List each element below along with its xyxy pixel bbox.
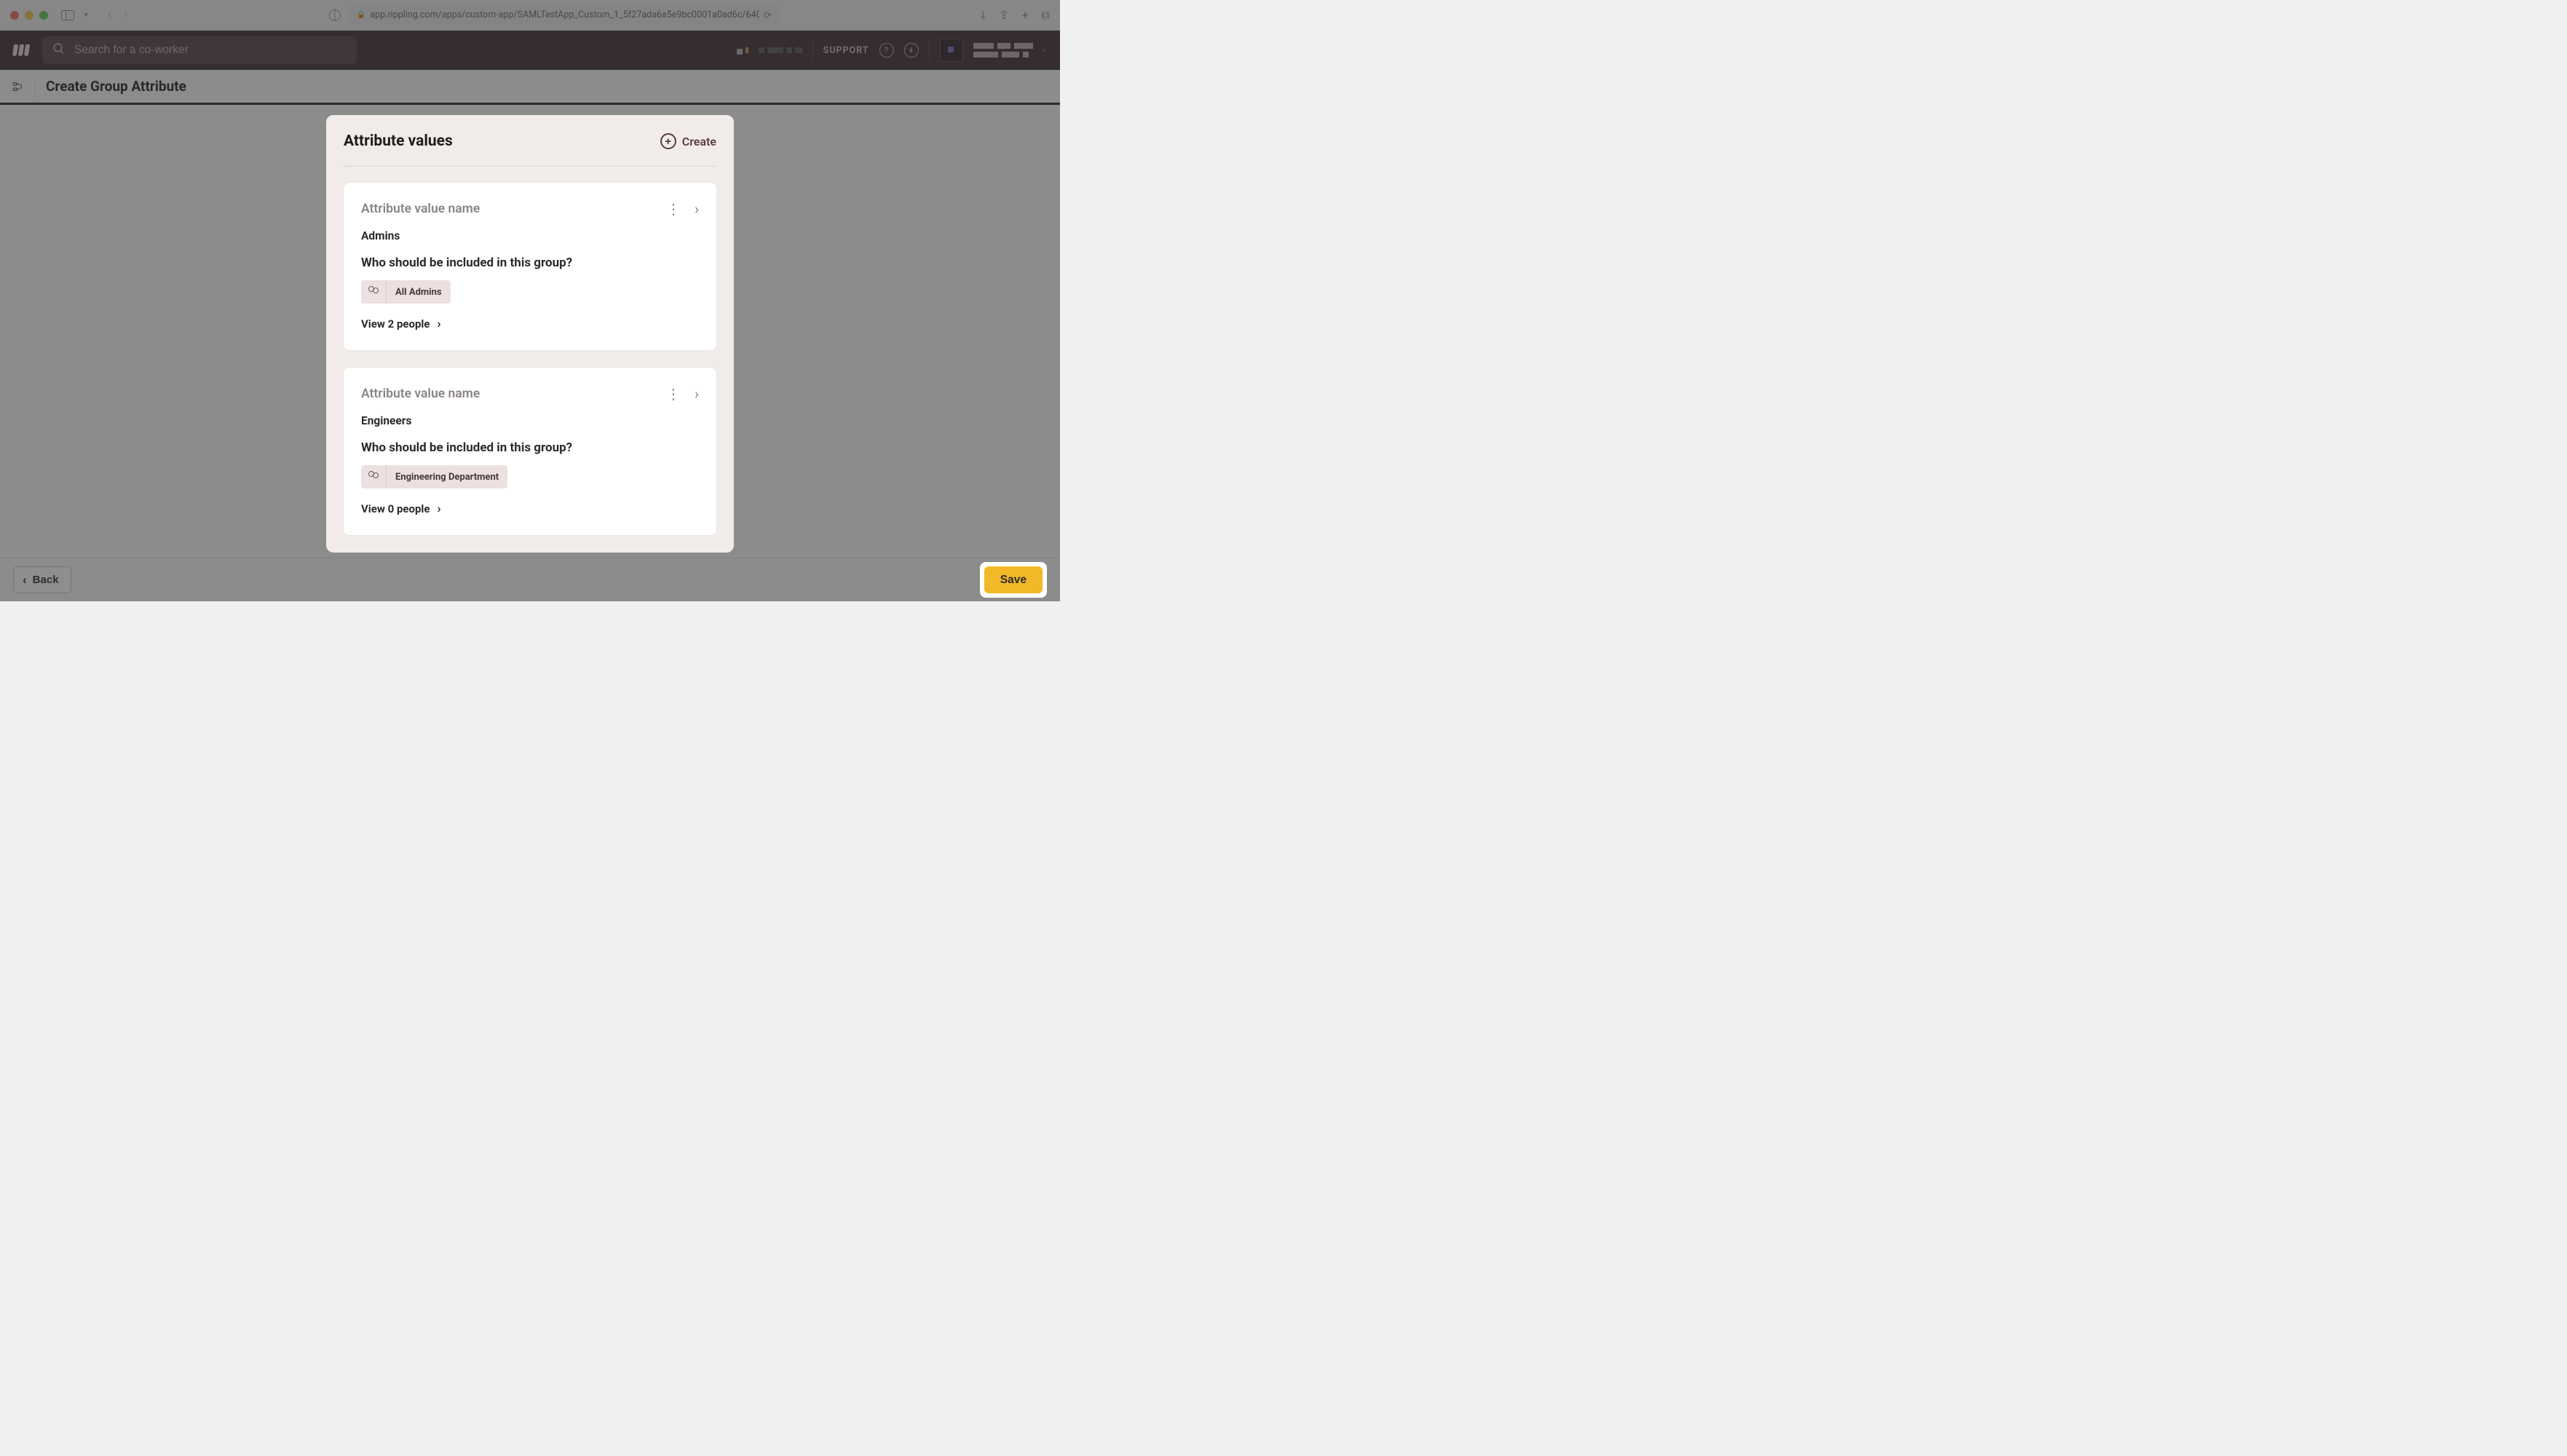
rippling-logo-icon[interactable] (13, 44, 29, 56)
page-title: Create Group Attribute (46, 78, 186, 95)
attribute-value-name: Admins (361, 229, 699, 242)
view-people-label: View 2 people (361, 317, 430, 331)
url-text: app.rippling.com/apps/custom-app/SAMLTes… (370, 9, 759, 20)
create-button[interactable]: + Create (660, 133, 716, 149)
attribute-values-card: Attribute values + Create Attribute valu… (326, 115, 734, 553)
attribute-value-name-label: Attribute value name (361, 387, 665, 401)
flow-icon[interactable] (12, 81, 25, 92)
browser-chrome: ▼ ‹ › 🔒 app.rippling.com/apps/custom-app… (0, 0, 1060, 31)
redacted-user-info (973, 43, 1033, 58)
redacted-nav-2 (759, 47, 802, 53)
save-wrap: Save (980, 562, 1047, 598)
group-chip[interactable]: Engineering Department (361, 465, 507, 488)
lock-icon: 🔒 (357, 11, 365, 19)
back-button[interactable]: ‹ Back (13, 566, 71, 593)
divider (929, 40, 930, 60)
search-input[interactable] (74, 44, 347, 57)
minimize-window-icon[interactable] (25, 11, 33, 20)
divider (812, 40, 813, 60)
support-link[interactable]: SUPPORT (823, 45, 869, 56)
chip-label: Engineering Department (387, 466, 507, 488)
forward-nav-icon[interactable]: › (123, 7, 127, 23)
app-header: SUPPORT ? ▪ (0, 31, 1060, 70)
people-icon (361, 280, 387, 304)
fullscreen-window-icon[interactable] (39, 11, 48, 20)
share-icon[interactable]: ⇪ (999, 8, 1008, 23)
page-header: Create Group Attribute (0, 70, 1060, 105)
download-icon[interactable]: ⤓ (981, 8, 986, 23)
view-people-label: View 0 people (361, 502, 430, 515)
privacy-shield-icon[interactable] (329, 9, 341, 21)
card-title: Attribute values (344, 132, 453, 150)
address-bar[interactable]: 🔒 app.rippling.com/apps/custom-app/SAMLT… (349, 5, 779, 25)
view-people-link[interactable]: View 0 people › (361, 502, 699, 516)
chevron-down-icon[interactable]: ▼ (83, 12, 89, 18)
user-avatar[interactable] (940, 39, 963, 62)
tabs-overview-icon[interactable]: ⧉ (1042, 8, 1050, 23)
chevron-left-icon: ‹ (23, 573, 27, 587)
new-tab-icon[interactable]: + (1021, 8, 1028, 23)
more-menu-icon[interactable]: ⋮ (665, 200, 681, 218)
save-button[interactable]: Save (984, 566, 1043, 593)
attribute-value-name: Engineers (361, 414, 699, 427)
save-label: Save (1000, 574, 1027, 586)
include-question: Who should be included in this group? (361, 440, 699, 455)
view-people-link[interactable]: View 2 people › (361, 317, 699, 331)
footer-bar: ‹ Back Save (0, 558, 1060, 601)
attribute-value-item: Attribute value name ⋮ › Engineers Who s… (344, 368, 716, 535)
chevron-right-icon: › (437, 317, 440, 331)
attribute-value-item: Attribute value name ⋮ › Admins Who shou… (344, 183, 716, 350)
accessibility-icon[interactable] (904, 43, 919, 58)
reload-icon[interactable]: ⟳ (764, 9, 771, 21)
plus-circle-icon: + (660, 133, 676, 149)
attribute-value-name-label: Attribute value name (361, 202, 665, 216)
expand-icon[interactable]: › (695, 200, 699, 218)
create-label: Create (682, 135, 716, 149)
help-icon[interactable]: ? (879, 43, 894, 58)
back-nav-icon[interactable]: ‹ (108, 7, 111, 23)
expand-icon[interactable]: › (695, 385, 699, 403)
back-label: Back (33, 574, 59, 586)
search-icon (52, 42, 66, 59)
chip-label: All Admins (387, 281, 451, 304)
window-controls (10, 11, 48, 20)
include-question: Who should be included in this group? (361, 256, 699, 270)
group-chip[interactable]: All Admins (361, 280, 451, 304)
global-search[interactable] (42, 36, 357, 64)
people-icon (361, 465, 387, 488)
redacted-nav (737, 47, 748, 55)
redacted-end: ▪ (1043, 45, 1047, 56)
sidebar-toggle-icon[interactable] (61, 10, 74, 20)
more-menu-icon[interactable]: ⋮ (665, 385, 681, 403)
chevron-right-icon: › (437, 502, 440, 516)
close-window-icon[interactable] (10, 11, 19, 20)
